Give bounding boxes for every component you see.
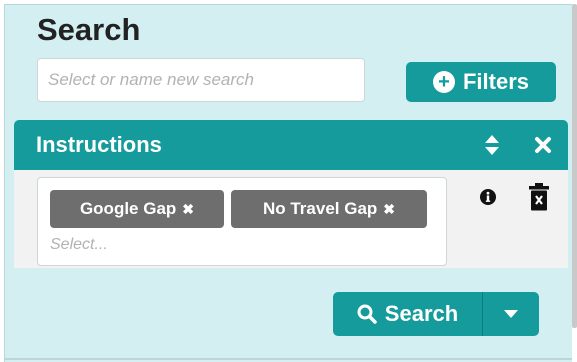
tag-google-gap: Google Gap ✖	[50, 190, 224, 228]
plus-circle-icon: +	[432, 71, 455, 93]
caret-down-icon	[504, 310, 518, 318]
tag-no-travel-gap: No Travel Gap ✖	[231, 190, 427, 228]
info-icon[interactable]	[480, 189, 496, 205]
divider	[4, 358, 572, 360]
tag-select-input[interactable]: Google Gap ✖ No Travel Gap ✖ Select...	[37, 177, 447, 266]
instructions-title: Instructions	[36, 132, 162, 157]
search-options-dropdown[interactable]	[483, 292, 539, 336]
trash-icon[interactable]	[528, 183, 550, 211]
vertical-scrollbar[interactable]	[572, 4, 577, 328]
search-button-group: Search	[333, 292, 539, 336]
tag-label: Google Gap	[79, 199, 177, 218]
search-icon	[357, 304, 377, 324]
tag-input-placeholder: Select...	[50, 236, 108, 253]
filters-button-label: Filters	[462, 69, 530, 94]
search-name-input[interactable]	[37, 58, 365, 102]
close-icon[interactable]: ✖	[383, 201, 395, 218]
filters-button[interactable]: + Filters	[406, 62, 556, 102]
sort-icon[interactable]	[484, 134, 500, 156]
tag-label: No Travel Gap	[262, 199, 378, 218]
instructions-header: Instructions	[14, 120, 568, 170]
page-title: Search	[37, 12, 141, 47]
instruction-row: Google Gap ✖ No Travel Gap ✖ Select...	[14, 170, 568, 268]
search-button[interactable]: Search	[333, 292, 483, 336]
search-button-label: Search	[384, 301, 459, 326]
close-icon[interactable]: ✖	[182, 201, 194, 218]
close-icon[interactable]	[534, 136, 552, 154]
